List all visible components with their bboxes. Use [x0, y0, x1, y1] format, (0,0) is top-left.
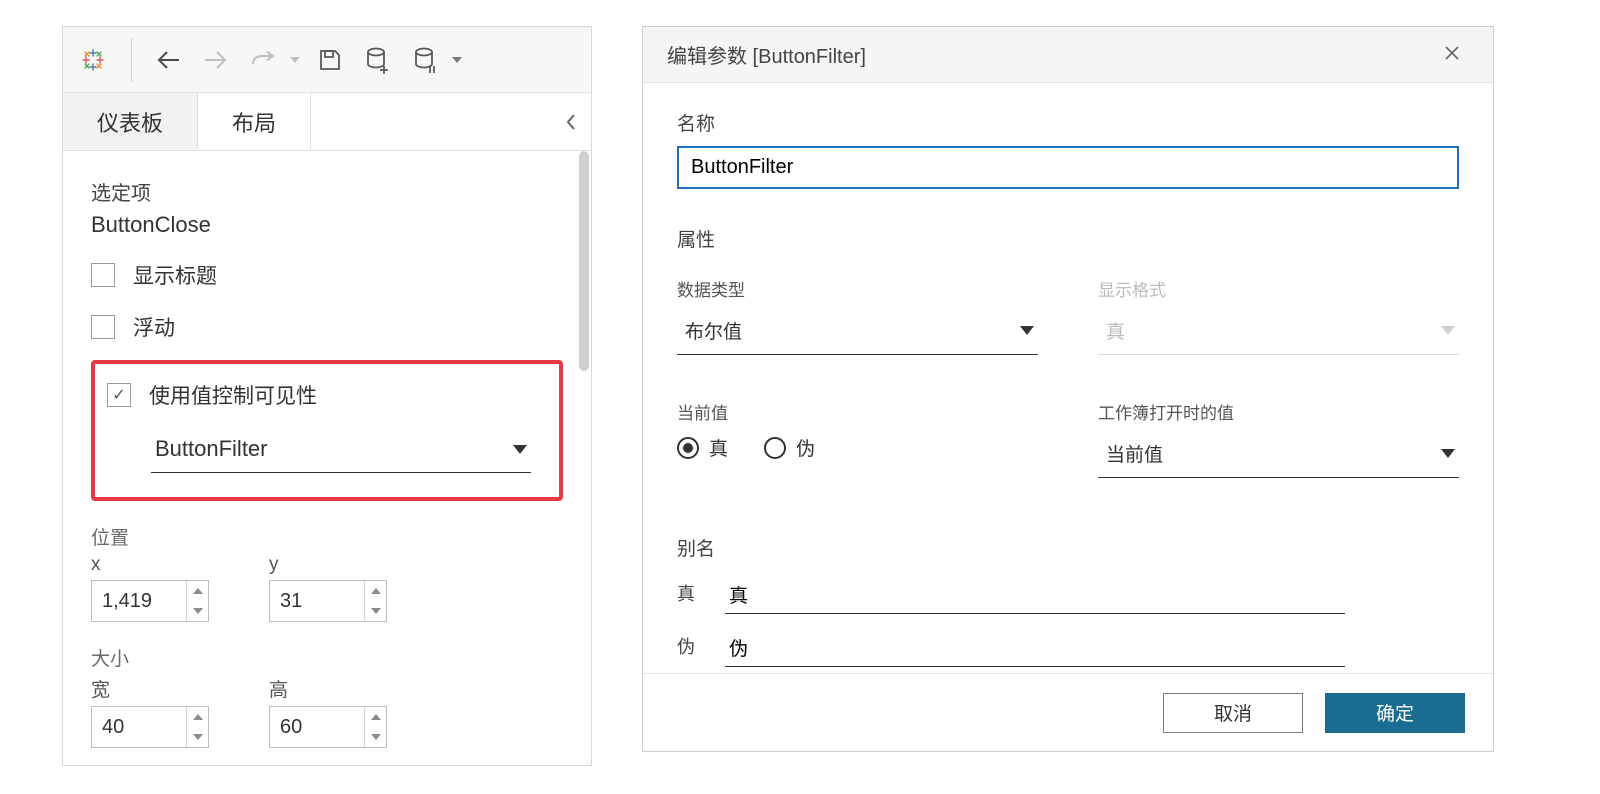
current-value-label: 当前值 [677, 399, 1038, 424]
chevron-down-icon [1020, 326, 1034, 335]
tableau-logo-icon[interactable] [79, 46, 107, 74]
h-value: 60 [270, 707, 364, 747]
alias-label: 别名 [677, 534, 1459, 561]
y-input[interactable]: 31 [269, 580, 387, 622]
datatype-label: 数据类型 [677, 276, 1038, 301]
pause-datasource-button[interactable] [408, 42, 444, 78]
w-label: 宽 [91, 675, 209, 702]
x-value: 1,419 [92, 581, 186, 621]
y-value: 31 [270, 581, 364, 621]
alias-false-input[interactable] [725, 632, 1345, 667]
visibility-param-value: ButtonFilter [155, 436, 268, 462]
control-visibility-highlight: 使用值控制可见性 ButtonFilter [91, 360, 563, 501]
show-title-checkbox-row[interactable]: 显示标题 [91, 260, 563, 290]
new-datasource-button[interactable] [360, 42, 396, 78]
alias-false-key: 伪 [677, 633, 701, 667]
show-title-checkbox[interactable] [91, 263, 115, 287]
collapse-panel-button[interactable] [551, 93, 591, 150]
datatype-select[interactable]: 布尔值 [677, 311, 1038, 355]
display-format-select: 真 [1098, 311, 1459, 355]
selected-item-label: 选定项 [91, 177, 563, 206]
radio-true-label: 真 [709, 434, 728, 461]
x-input[interactable]: 1,419 [91, 580, 209, 622]
name-input[interactable] [677, 146, 1459, 189]
layout-panel: 仪表板 布局 选定项 ButtonClose 显示标题 浮动 [62, 26, 592, 766]
alias-true-key: 真 [677, 580, 701, 614]
undo-button[interactable] [150, 42, 186, 78]
chevron-down-icon [513, 445, 527, 454]
name-label: 名称 [677, 109, 1459, 136]
floating-checkbox-row[interactable]: 浮动 [91, 312, 563, 342]
control-visibility-checkbox[interactable] [107, 383, 131, 407]
open-value-label: 工作簿打开时的值 [1098, 399, 1459, 424]
edit-parameter-dialog: 编辑参数 [ButtonFilter] 名称 属性 数据类型 布尔值 [642, 26, 1494, 752]
revert-dropdown-icon[interactable] [290, 57, 300, 63]
visibility-param-dropdown[interactable]: ButtonFilter [151, 430, 531, 473]
properties-label: 属性 [677, 225, 1459, 252]
show-title-label: 显示标题 [133, 260, 217, 290]
h-step-down[interactable] [365, 727, 386, 747]
dialog-header: 编辑参数 [ButtonFilter] [643, 27, 1493, 83]
position-label: 位置 [91, 523, 563, 550]
datasource-dropdown-icon[interactable] [452, 57, 462, 63]
display-format-label: 显示格式 [1098, 276, 1459, 301]
radio-icon [677, 437, 699, 459]
open-value-value: 当前值 [1106, 440, 1163, 467]
main-toolbar [63, 27, 591, 93]
h-label: 高 [269, 675, 387, 702]
floating-label: 浮动 [133, 312, 175, 342]
x-label: x [91, 554, 209, 576]
current-value-true-radio[interactable]: 真 [677, 434, 728, 461]
w-step-down[interactable] [187, 727, 208, 747]
display-format-value: 真 [1106, 317, 1125, 344]
scrollbar[interactable] [579, 151, 589, 765]
dialog-close-button[interactable] [1435, 38, 1469, 72]
chevron-down-icon [1441, 326, 1455, 335]
w-input[interactable]: 40 [91, 706, 209, 748]
current-value-false-radio[interactable]: 伪 [764, 434, 815, 461]
datatype-value: 布尔值 [685, 317, 742, 344]
x-step-down[interactable] [187, 601, 208, 621]
scrollbar-thumb[interactable] [579, 151, 589, 371]
y-step-down[interactable] [365, 601, 386, 621]
tab-layout[interactable]: 布局 [198, 93, 311, 150]
alias-true-input[interactable] [725, 579, 1345, 614]
y-step-up[interactable] [365, 581, 386, 601]
w-value: 40 [92, 707, 186, 747]
y-label: y [269, 554, 387, 576]
chevron-down-icon [1441, 449, 1455, 458]
h-step-up[interactable] [365, 707, 386, 727]
size-label: 大小 [91, 644, 563, 671]
x-step-up[interactable] [187, 581, 208, 601]
save-button[interactable] [312, 42, 348, 78]
side-tabs: 仪表板 布局 [63, 93, 591, 151]
tab-dashboard[interactable]: 仪表板 [63, 93, 198, 150]
control-visibility-label: 使用值控制可见性 [149, 380, 317, 410]
h-input[interactable]: 60 [269, 706, 387, 748]
w-step-up[interactable] [187, 707, 208, 727]
floating-checkbox[interactable] [91, 315, 115, 339]
dialog-title: 编辑参数 [ButtonFilter] [667, 40, 866, 69]
cancel-button[interactable]: 取消 [1163, 693, 1303, 733]
selected-item-name: ButtonClose [91, 212, 563, 238]
redo-button[interactable] [198, 42, 234, 78]
ok-button[interactable]: 确定 [1325, 693, 1465, 733]
revert-button[interactable] [246, 42, 282, 78]
radio-false-label: 伪 [796, 434, 815, 461]
radio-icon [764, 437, 786, 459]
control-visibility-row[interactable]: 使用值控制可见性 [107, 380, 539, 410]
open-value-select[interactable]: 当前值 [1098, 434, 1459, 478]
